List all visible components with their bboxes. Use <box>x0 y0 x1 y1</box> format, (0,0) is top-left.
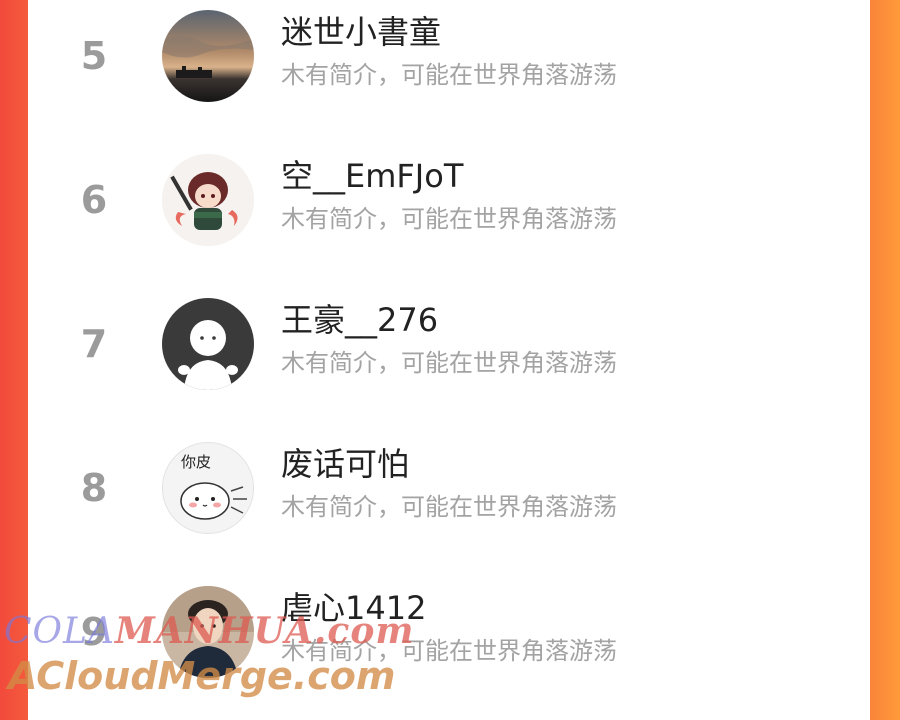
rank-number: 5 <box>80 34 108 78</box>
rank-number: 7 <box>80 322 108 366</box>
user-name[interactable]: 迷世小書童 <box>281 12 441 52</box>
user-bio: 木有简介，可能在世界角落游荡 <box>281 637 617 665</box>
sunset-photo-avatar[interactable] <box>162 10 254 102</box>
person-photo-avatar[interactable] <box>162 586 254 678</box>
list-item[interactable]: 6 空__EmFJoT 木有简介，可能在世界角落游荡 <box>28 144 870 288</box>
cartoon-cat-sticker-avatar[interactable]: 你皮 <box>162 442 254 534</box>
user-name[interactable]: 王豪__276 <box>281 300 438 340</box>
rank-number: 9 <box>80 610 108 654</box>
ranking-list: 5 迷世小書童 木有简介，可能在世界角落游荡 6 空__EmFJoT 木有简介，… <box>28 0 870 702</box>
list-item[interactable]: 5 迷世小書童 木有简介，可能在世界角落游荡 <box>28 0 870 144</box>
user-bio: 木有简介，可能在世界角落游荡 <box>281 493 617 521</box>
user-bio: 木有简介，可能在世界角落游荡 <box>281 205 617 233</box>
list-item[interactable]: 9 虐心1412 木有简介，可能在世界角落游荡 <box>28 576 870 720</box>
anime-swordsman-avatar[interactable] <box>162 154 254 246</box>
user-name[interactable]: 废话可怕 <box>281 444 409 484</box>
user-name[interactable]: 空__EmFJoT <box>281 156 463 196</box>
default-user-avatar[interactable] <box>162 298 254 390</box>
list-item[interactable]: 8 你皮 废话可怕 木有简介，可能在世界角落游荡 <box>28 432 870 576</box>
rank-number: 8 <box>80 466 108 510</box>
user-bio: 木有简介，可能在世界角落游荡 <box>281 349 617 377</box>
rank-number: 6 <box>80 178 108 222</box>
list-item[interactable]: 7 王豪__276 木有简介，可能在世界角落游荡 <box>28 288 870 432</box>
user-name[interactable]: 虐心1412 <box>281 588 426 628</box>
svg-text:你皮: 你皮 <box>181 453 211 471</box>
user-bio: 木有简介，可能在世界角落游荡 <box>281 61 617 89</box>
